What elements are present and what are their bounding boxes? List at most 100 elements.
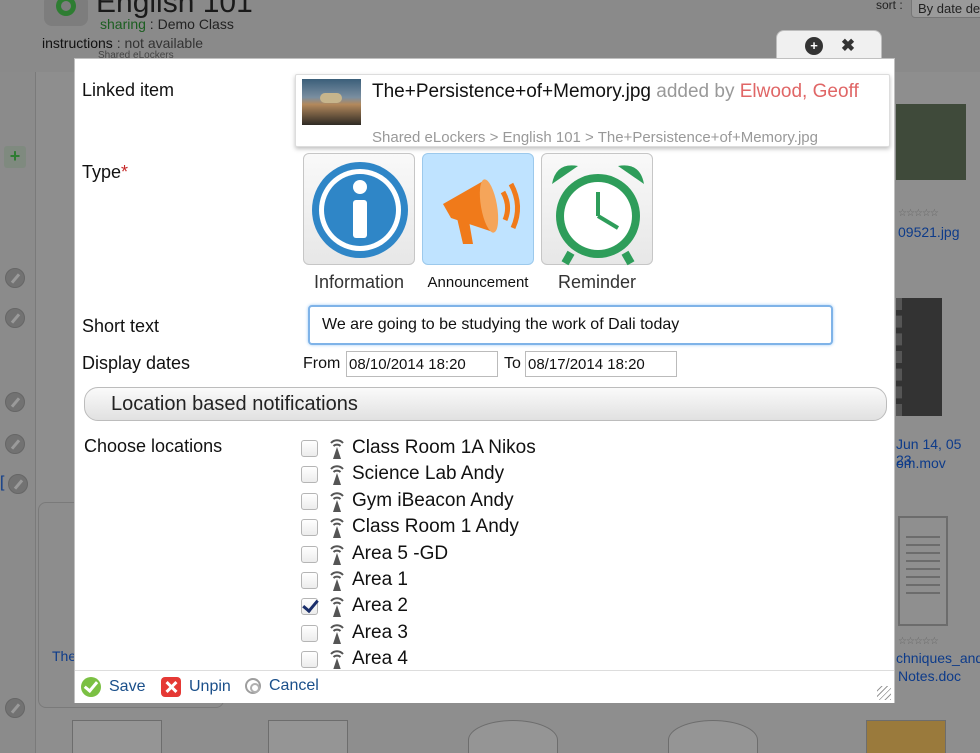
- beacon-icon: [330, 648, 344, 669]
- video-thumbnail[interactable]: [896, 298, 942, 416]
- to-date-input[interactable]: [525, 351, 677, 377]
- class-logo-icon: [44, 0, 88, 26]
- location-name: Class Room 1 Andy: [352, 516, 519, 537]
- location-list: Class Room 1A Nikos Science Lab Andy Gym…: [301, 435, 701, 669]
- type-announcement-button[interactable]: [422, 153, 534, 265]
- location-item[interactable]: Area 1: [301, 567, 408, 593]
- save-label: Save: [109, 678, 146, 695]
- alarm-clock-icon: [552, 165, 644, 266]
- item-thumbnail[interactable]: [468, 720, 558, 753]
- cancel-icon: [245, 678, 261, 694]
- location-checkbox[interactable]: [301, 571, 318, 589]
- wrench-icon[interactable]: [8, 474, 28, 494]
- dialog-footer: Save Unpin Cancel: [75, 670, 894, 703]
- resize-handle-icon[interactable]: [877, 686, 891, 700]
- item-thumbnail[interactable]: [268, 720, 348, 753]
- file-link[interactable]: om.mov: [896, 455, 946, 471]
- location-name: Area 1: [352, 569, 408, 590]
- sharing-value: : Demo Class: [145, 16, 234, 32]
- image-thumbnail[interactable]: [896, 104, 966, 180]
- file-link[interactable]: Notes.doc: [898, 668, 961, 684]
- choose-locations-label: Choose locations: [84, 436, 223, 456]
- close-icon[interactable]: ✖: [839, 37, 857, 55]
- location-checkbox[interactable]: [301, 545, 318, 563]
- background-left-column: [0, 72, 36, 753]
- cancel-label: Cancel: [269, 677, 319, 694]
- location-name: Science Lab Andy: [352, 463, 505, 484]
- location-item[interactable]: Area 2: [301, 593, 408, 619]
- beacon-icon: [330, 490, 344, 512]
- linked-item-card[interactable]: The+Persistence+of+Memory.jpg added by E…: [295, 74, 890, 147]
- location-checkbox[interactable]: [301, 650, 318, 668]
- sharing-info: sharing : Demo Class: [100, 16, 234, 32]
- wrench-icon[interactable]: [5, 268, 25, 288]
- cancel-button[interactable]: Cancel: [245, 677, 319, 695]
- beacon-icon: [330, 463, 344, 485]
- location-item[interactable]: Area 4: [301, 646, 408, 669]
- location-checkbox[interactable]: [301, 492, 318, 510]
- file-link[interactable]: chniques_and: [896, 650, 980, 666]
- sort-label: sort :: [876, 0, 903, 12]
- file-link[interactable]: The: [52, 648, 76, 664]
- location-item[interactable]: Class Room 1A Nikos: [301, 435, 536, 461]
- location-checkbox[interactable]: [301, 518, 318, 536]
- beacon-icon: [330, 622, 344, 644]
- beacon-icon: [330, 543, 344, 565]
- linked-item-user[interactable]: Elwood, Geoff: [740, 81, 859, 102]
- unpin-x-icon: [161, 677, 181, 697]
- location-notifications-toggle[interactable]: Location based notifications: [84, 387, 887, 421]
- beacon-icon: [330, 437, 344, 459]
- from-label: From: [303, 355, 341, 372]
- linked-item-path: Shared eLockers > English 101 > The+Pers…: [372, 129, 818, 146]
- location-checkbox[interactable]: [301, 597, 318, 615]
- rating-stars: ☆☆☆☆☆: [898, 636, 939, 647]
- instructions-value: : not available: [112, 35, 204, 51]
- location-checkbox[interactable]: [301, 624, 318, 642]
- rating-stars: ☆☆☆☆☆: [898, 208, 939, 219]
- wrench-icon[interactable]: [5, 392, 25, 412]
- location-item[interactable]: Area 5 -GD: [301, 541, 448, 567]
- location-checkbox[interactable]: [301, 439, 318, 457]
- beacon-icon: [330, 569, 344, 591]
- information-icon: [312, 162, 408, 258]
- item-thumbnail[interactable]: [866, 720, 946, 753]
- bracket-mark: [: [0, 474, 5, 491]
- add-item-icon[interactable]: +: [4, 146, 26, 168]
- expand-icon[interactable]: +: [805, 37, 823, 55]
- display-dates-label: Display dates: [82, 353, 191, 373]
- type-information-button[interactable]: [303, 153, 415, 265]
- from-date-input[interactable]: [346, 351, 498, 377]
- linked-item-title: The+Persistence+of+Memory.jpg added by E…: [372, 79, 882, 104]
- location-name: Area 3: [352, 622, 408, 643]
- folder-thumbnail[interactable]: [72, 720, 162, 753]
- linked-item-thumbnail: [302, 79, 361, 125]
- location-name: Gym iBeacon Andy: [352, 490, 514, 511]
- location-item[interactable]: Area 3: [301, 620, 408, 646]
- type-label: Type*: [82, 162, 128, 183]
- sort-select[interactable]: By date de: [911, 0, 980, 18]
- file-link[interactable]: 09521.jpg: [898, 224, 960, 240]
- wrench-icon[interactable]: [5, 308, 25, 328]
- instructions-info: instructions : not available: [42, 35, 203, 51]
- document-thumbnail[interactable]: [898, 516, 948, 626]
- megaphone-icon: [443, 179, 520, 244]
- unpin-button[interactable]: Unpin: [161, 677, 231, 697]
- type-reminder-button[interactable]: [541, 153, 653, 266]
- unpin-label: Unpin: [189, 678, 231, 695]
- wrench-icon[interactable]: [5, 434, 25, 454]
- notification-dialog: Linked item The+Persistence+of+Memory.jp…: [74, 58, 895, 703]
- location-checkbox[interactable]: [301, 465, 318, 483]
- location-item[interactable]: Class Room 1 Andy: [301, 514, 519, 540]
- to-label: To: [504, 355, 521, 372]
- sharing-label: sharing: [100, 16, 146, 32]
- wrench-icon[interactable]: [5, 698, 25, 718]
- item-thumbnail[interactable]: [668, 720, 758, 753]
- type-label-text: Type: [82, 162, 122, 182]
- save-button[interactable]: Save: [81, 677, 145, 697]
- location-name: Area 5 -GD: [352, 543, 449, 564]
- short-text-input[interactable]: [308, 305, 833, 345]
- location-name: Class Room 1A Nikos: [352, 437, 536, 458]
- location-item[interactable]: Gym iBeacon Andy: [301, 488, 514, 514]
- linked-item-label: Linked item: [82, 80, 175, 100]
- location-item[interactable]: Science Lab Andy: [301, 461, 504, 487]
